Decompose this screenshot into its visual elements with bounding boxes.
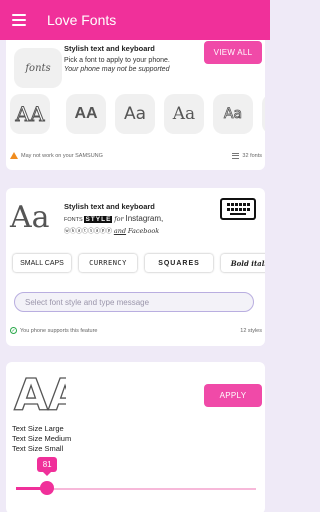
- style-chips: SMALL CAPS CURRENCY SQUARES Bold italic: [9, 252, 265, 276]
- slider-thumb[interactable]: [40, 481, 55, 495]
- message-input[interactable]: Select font style and type message: [14, 292, 254, 312]
- style-chip[interactable]: SQUARES: [145, 254, 213, 272]
- support-warning: Your phone may not be supported: [64, 66, 170, 73]
- size-label-small: Text Size Small: [12, 444, 64, 453]
- size-labels: Text Size Large Text Size Medium Text Si…: [12, 424, 71, 454]
- fonts-logo: fonts: [14, 48, 62, 88]
- footer-note: You phone supports this feature: [20, 327, 98, 334]
- apply-button[interactable]: APPLY: [204, 384, 262, 407]
- list-icon: [232, 152, 240, 159]
- menu-icon[interactable]: [12, 14, 26, 26]
- keyboard-card: Aa Stylish text and keyboard FONTS STYLE…: [6, 188, 265, 346]
- card-title: Stylish text and keyboard: [64, 44, 155, 53]
- card-info: Stylish text and keyboard FONTS STYLE fo…: [64, 202, 214, 235]
- feature-line-2: ⓦⓗⓐⓣⓢⓐⓟⓟ and Facebook: [64, 227, 160, 235]
- text-size-card: AA APPLY Text Size Large Text Size Mediu…: [6, 362, 265, 512]
- view-all-button[interactable]: VIEW ALL: [204, 41, 262, 64]
- font-tile[interactable]: Aa: [115, 94, 155, 134]
- style-chip[interactable]: SMALL CAPS: [13, 254, 71, 272]
- size-label-medium: Text Size Medium: [12, 434, 72, 443]
- card-footer: ✓ You phone supports this feature 12 styl…: [10, 327, 262, 334]
- card-info: Stylish text and keyboard Pick a font to…: [64, 44, 194, 74]
- card-title: Stylish text and keyboard: [64, 202, 155, 211]
- footer-note: May not work on your SAMSUNG: [21, 152, 103, 159]
- check-icon: ✓: [10, 327, 17, 334]
- keyboard-icon: [220, 198, 256, 220]
- font-tile[interactable]: Aa: [164, 94, 204, 134]
- app-bar: Love Fonts: [0, 0, 270, 40]
- style-chip[interactable]: Bold italic: [221, 254, 265, 272]
- svg-text:AA: AA: [14, 370, 66, 414]
- font-tile[interactable]: AA: [66, 94, 106, 134]
- font-tile[interactable]: Aa: [262, 94, 265, 134]
- font-tile[interactable]: AA: [10, 94, 50, 134]
- size-label-large: Text Size Large: [12, 424, 64, 433]
- font-tiles: AA AA Aa Aa Aa Aa: [10, 94, 265, 134]
- font-count: 32 fonts: [242, 152, 262, 159]
- font-card: fonts Stylish text and keyboard Pick a f…: [6, 40, 265, 170]
- text-size-icon: AA: [13, 369, 66, 414]
- font-sample-icon: Aa: [10, 200, 50, 235]
- feature-line-1: FONTS STYLE for Instagram,: [64, 214, 164, 223]
- app-title: Love Fonts: [47, 12, 117, 28]
- style-chip[interactable]: CURRENCY: [79, 254, 137, 272]
- font-tile[interactable]: Aa: [213, 94, 253, 134]
- card-footer: May not work on your SAMSUNG 32 fonts: [10, 152, 262, 159]
- style-count: 12 styles: [240, 327, 262, 334]
- slider-value-bubble: 81: [37, 457, 58, 476]
- card-description: Pick a font to apply to your phone.: [64, 57, 170, 64]
- warning-icon: [10, 152, 18, 159]
